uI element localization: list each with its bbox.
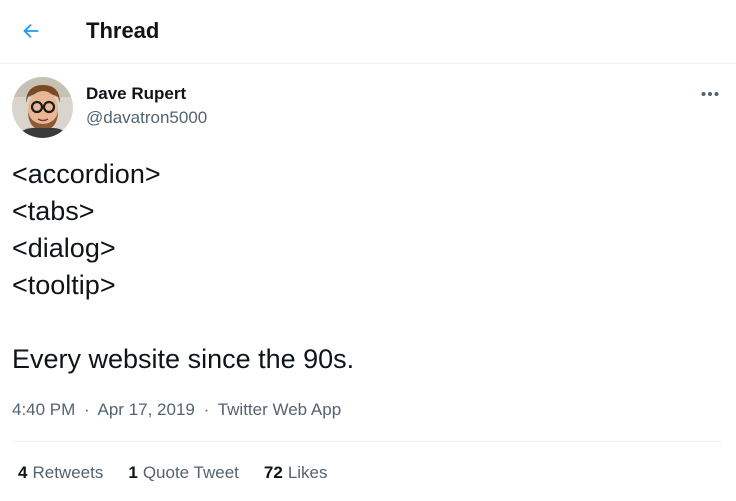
- author-handle[interactable]: @davatron5000: [86, 107, 207, 129]
- retweets-stat[interactable]: 4 Retweets: [18, 461, 103, 485]
- tweet-text-line: <tabs>: [12, 196, 95, 226]
- likes-stat[interactable]: 72 Likes: [264, 461, 328, 485]
- back-button[interactable]: [12, 12, 50, 50]
- tweet-text-line: <dialog>: [12, 233, 116, 263]
- tweet-text-line: Every website since the 90s.: [12, 344, 355, 374]
- retweets-count: 4: [18, 463, 28, 482]
- tweet-source[interactable]: Twitter Web App: [218, 400, 341, 419]
- separator: ·: [84, 400, 90, 419]
- arrow-left-icon: [23, 23, 39, 39]
- retweets-label: Retweets: [32, 463, 104, 482]
- tweet-text-line: <tooltip>: [12, 270, 116, 300]
- more-button[interactable]: [694, 78, 726, 110]
- likes-label: Likes: [287, 463, 328, 482]
- tweet-text: <accordion> <tabs> <dialog> <tooltip> Ev…: [12, 156, 722, 378]
- page-title: Thread: [86, 18, 160, 43]
- quote-tweets-label: Quote Tweet: [142, 463, 239, 482]
- tweet-date[interactable]: Apr 17, 2019: [98, 400, 195, 419]
- thread-header: Thread: [0, 0, 736, 64]
- tweet-stats: 4 Retweets 1 Quote Tweet 72 Likes: [18, 461, 353, 485]
- divider: [12, 441, 722, 442]
- tweet-metadata: 4:40 PM · Apr 17, 2019 · Twitter Web App: [12, 398, 341, 422]
- quote-tweets-count: 1: [128, 463, 138, 482]
- author-avatar[interactable]: [12, 77, 73, 138]
- user-avatar-icon: [12, 77, 73, 138]
- tweet-time[interactable]: 4:40 PM: [12, 400, 75, 419]
- quote-tweets-stat[interactable]: 1 Quote Tweet: [128, 461, 239, 485]
- separator: ·: [203, 400, 210, 419]
- tweet-text-line: [12, 304, 722, 341]
- likes-count: 72: [263, 463, 283, 482]
- more-horizontal-icon: [701, 92, 719, 96]
- author-name[interactable]: Dave Rupert: [86, 83, 186, 105]
- tweet-text-line: <accordion>: [12, 159, 161, 189]
